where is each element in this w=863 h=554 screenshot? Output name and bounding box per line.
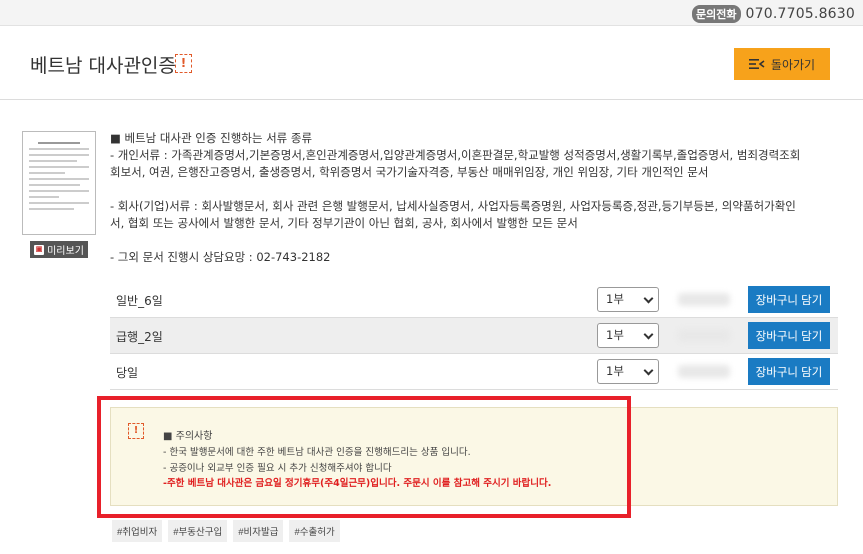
alert-icon: ! [175, 54, 192, 73]
quantity-select[interactable]: 1부 [597, 287, 659, 312]
contact-phone: 문의전화 070.7705.8630 [692, 5, 855, 23]
back-button-label: 돌아가기 [770, 57, 816, 72]
list-back-icon [748, 59, 765, 69]
option-name: 일반_6일 [116, 294, 163, 308]
tag-list: #취업비자 #부동산구입 #비자발급 #수출허가 [112, 520, 340, 542]
back-button[interactable]: 돌아가기 [734, 48, 830, 80]
preview-button[interactable]: ▣ 미리보기 [30, 241, 88, 258]
price-blurred [678, 293, 730, 306]
price-blurred [678, 365, 730, 378]
top-bar: 문의전화 070.7705.8630 [0, 0, 863, 26]
chevron-down-icon [643, 329, 654, 340]
notice-line: - 한국 발행문서에 대한 주한 베트남 대사관 인증을 진행해드리는 상품 입… [163, 447, 471, 458]
tag-item[interactable]: #취업비자 [112, 520, 163, 542]
page-title: 베트남 대사관인증 [30, 55, 176, 77]
tag-item[interactable]: #비자발급 [233, 520, 284, 542]
notice-title: ■ 주의사항 [163, 431, 213, 442]
option-name: 당일 [116, 366, 139, 380]
document-thumbnail[interactable] [22, 131, 96, 235]
quantity-select[interactable]: 1부 [597, 323, 659, 348]
option-name: 급행_2일 [116, 330, 163, 344]
add-to-cart-button[interactable]: 장바구니 담기 [748, 322, 830, 349]
notice-box: ! ■ 주의사항 - 한국 발행문서에 대한 주한 베트남 대사관 인증을 진행… [110, 407, 838, 506]
page-header: 베트남 대사관인증 ! 돌아가기 [0, 26, 863, 100]
notice-warning: -주한 베트남 대사관은 금요일 정기휴무(주4일근무)입니다. 주문시 이를 … [163, 478, 552, 489]
phone-label-badge: 문의전화 [692, 5, 741, 23]
phone-number[interactable]: 070.7705.8630 [746, 6, 855, 22]
add-to-cart-button[interactable]: 장바구니 담기 [748, 358, 830, 385]
quantity-value: 1부 [606, 364, 624, 378]
quantity-select[interactable]: 1부 [597, 359, 659, 384]
tag-item[interactable]: #수출허가 [289, 520, 340, 542]
notice-line: - 공증이나 외교부 인증 필요 시 추가 신청해주셔야 합니다 [163, 463, 392, 474]
add-to-cart-button[interactable]: 장바구니 담기 [748, 286, 830, 313]
preview-label: 미리보기 [47, 246, 84, 257]
warning-icon: ! [128, 423, 144, 439]
document-type-description: ■ 베트남 대사관 인증 진행하는 서류 종류 - 개인서류 : 가족관계증명서… [110, 131, 801, 264]
chevron-down-icon [643, 365, 654, 376]
option-row-normal: 일반_6일 1부 장바구니 담기 [110, 282, 838, 318]
quantity-value: 1부 [606, 292, 624, 306]
document-icon: ▣ [34, 244, 45, 255]
price-blurred [678, 329, 730, 342]
tag-item[interactable]: #부동산구입 [168, 520, 228, 542]
option-row-same-day: 당일 1부 장바구니 담기 [110, 354, 838, 390]
option-row-express: 급행_2일 1부 장바구니 담기 [110, 318, 838, 354]
quantity-value: 1부 [606, 328, 624, 342]
chevron-down-icon [643, 293, 654, 304]
